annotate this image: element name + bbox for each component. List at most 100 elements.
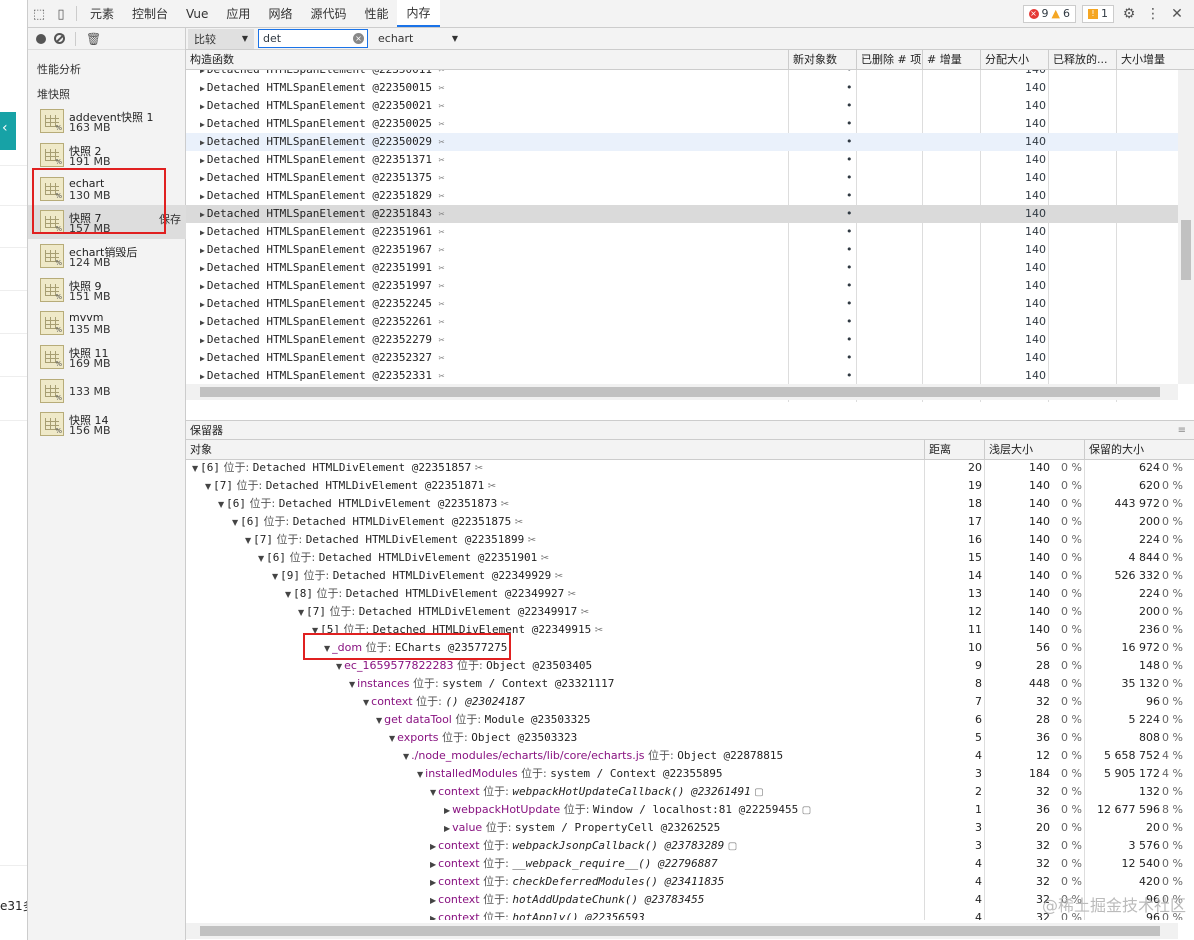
record-icon[interactable] bbox=[36, 33, 46, 44]
table-row[interactable]: ▶ Detached HTMLSpanElement @22352331 ✂ • 14… bbox=[186, 367, 1178, 385]
settings-gear-icon[interactable]: ⚙ bbox=[1120, 6, 1138, 22]
expand-triangle-icon[interactable]: ▶ bbox=[200, 192, 205, 201]
tab-5[interactable]: 源代码 bbox=[301, 0, 355, 27]
snapshot-item[interactable]: 快照 14156 MB bbox=[28, 407, 186, 441]
retainer-row[interactable]: ▶ context 位于: hotAddUpdateChunk() @237834… bbox=[186, 891, 1186, 909]
table-row[interactable]: ▶ Detached HTMLSpanElement @22351843 ✂ • 14… bbox=[186, 205, 1178, 223]
retainer-row[interactable]: ▼ [6] 位于: Detached HTMLDivElement @223519… bbox=[186, 549, 1186, 567]
retainers-horizontal-scrollbar[interactable] bbox=[186, 923, 1178, 939]
collapse-triangle-icon[interactable]: ▼ bbox=[258, 554, 264, 563]
column-header[interactable]: 对象 bbox=[186, 440, 924, 460]
retainer-row[interactable]: ▶ webpackHotUpdate 位于: Window / localhost… bbox=[186, 801, 1186, 819]
expand-triangle-icon[interactable]: ▶ bbox=[200, 246, 205, 255]
collapse-triangle-icon[interactable]: ▼ bbox=[376, 716, 382, 725]
retainer-row[interactable]: ▼ get dataTool 位于: Module @23503325 6 28 0 %… bbox=[186, 711, 1186, 729]
view-mode-select[interactable]: 比较 ▼ bbox=[188, 28, 254, 49]
expand-triangle-icon[interactable]: ▶ bbox=[430, 914, 436, 920]
expand-triangle-icon[interactable]: ▶ bbox=[200, 138, 205, 147]
column-header[interactable]: 已删除 # 项 bbox=[856, 50, 922, 70]
column-header[interactable]: 浅层大小 bbox=[984, 440, 1084, 460]
table-row[interactable]: ▶ Detached HTMLSpanElement @22350029 ✂ • 14… bbox=[186, 133, 1178, 151]
expand-triangle-icon[interactable]: ▶ bbox=[200, 102, 205, 111]
table-row[interactable]: ▶ Detached HTMLSpanElement @22352279 ✂ • 14… bbox=[186, 331, 1178, 349]
tab-6[interactable]: 性能 bbox=[355, 0, 397, 27]
expand-triangle-icon[interactable]: ▶ bbox=[200, 354, 205, 363]
collapse-triangle-icon[interactable]: ▼ bbox=[272, 572, 278, 581]
retainer-row[interactable]: ▼ [6] 位于: Detached HTMLDivElement @223518… bbox=[186, 495, 1186, 513]
expand-triangle-icon[interactable]: ▶ bbox=[444, 824, 450, 833]
expand-triangle-icon[interactable]: ▶ bbox=[200, 84, 205, 93]
retainer-row[interactable]: ▼ installedModules 位于: system / Context @… bbox=[186, 765, 1186, 783]
expand-triangle-icon[interactable]: ▶ bbox=[200, 264, 205, 273]
collapse-triangle-icon[interactable]: ▼ bbox=[205, 482, 211, 491]
collapse-triangle-icon[interactable]: ▼ bbox=[430, 788, 436, 797]
snapshot-item[interactable]: mvvm135 MB bbox=[28, 306, 186, 340]
expand-triangle-icon[interactable]: ▶ bbox=[430, 878, 436, 887]
retainer-row[interactable]: ▶ context 位于: webpackJsonpCallback() @237… bbox=[186, 837, 1186, 855]
constructor-horizontal-scrollbar[interactable] bbox=[186, 384, 1178, 400]
table-row[interactable]: ▶ Detached HTMLSpanElement @22351371 ✂ • 14… bbox=[186, 151, 1178, 169]
expand-triangle-icon[interactable]: ▶ bbox=[200, 282, 205, 291]
retainer-row[interactable]: ▼ [7] 位于: Detached HTMLDivElement @223518… bbox=[186, 531, 1186, 549]
expand-triangle-icon[interactable]: ▶ bbox=[200, 210, 205, 219]
table-row[interactable]: ▶ Detached HTMLSpanElement @22350015 ✂ • 14… bbox=[186, 79, 1178, 97]
collapse-triangle-icon[interactable]: ▼ bbox=[417, 770, 423, 779]
table-row[interactable]: ▶ Detached HTMLSpanElement @22351829 ✂ • 14… bbox=[186, 187, 1178, 205]
retainer-row[interactable]: ▼ [9] 位于: Detached HTMLDivElement @223499… bbox=[186, 567, 1186, 585]
collapse-triangle-icon[interactable]: ▼ bbox=[363, 698, 369, 707]
column-header[interactable]: 新对象数 bbox=[788, 50, 856, 70]
retainer-row[interactable]: ▼ context 位于: () @23024187 7 32 0 % 96 0 % bbox=[186, 693, 1186, 711]
inspect-element-icon[interactable]: ⬚ bbox=[28, 0, 50, 28]
column-header[interactable]: 距离 bbox=[924, 440, 984, 460]
collapse-triangle-icon[interactable]: ▼ bbox=[245, 536, 251, 545]
retainer-row[interactable]: ▼ [6] 位于: Detached HTMLDivElement @223518… bbox=[186, 460, 1186, 477]
expand-triangle-icon[interactable]: ▶ bbox=[200, 318, 205, 327]
expand-triangle-icon[interactable]: ▶ bbox=[430, 860, 436, 869]
expand-triangle-icon[interactable]: ▶ bbox=[200, 156, 205, 165]
table-row[interactable]: ▶ Detached HTMLSpanElement @22351967 ✂ • 14… bbox=[186, 241, 1178, 259]
issues-badge[interactable]: ! 1 bbox=[1082, 4, 1114, 23]
clear-icon[interactable] bbox=[54, 33, 65, 44]
retainer-row[interactable]: ▶ context 位于: __webpack_require__() @2279… bbox=[186, 855, 1186, 873]
table-row[interactable]: ▶ Detached HTMLSpanElement @22352261 ✂ • 14… bbox=[186, 313, 1178, 331]
snapshot-item[interactable]: 快照 9151 MB bbox=[28, 273, 186, 307]
collapse-triangle-icon[interactable]: ▼ bbox=[349, 680, 355, 689]
collapse-triangle-icon[interactable]: ▼ bbox=[336, 662, 342, 671]
device-toolbar-icon[interactable]: ▯ bbox=[50, 0, 72, 28]
tab-1[interactable]: 控制台 bbox=[123, 0, 177, 27]
table-row[interactable]: ▶ Detached HTMLSpanElement @22350025 ✂ • 14… bbox=[186, 115, 1178, 133]
class-filter-input[interactable]: det × bbox=[258, 29, 368, 48]
retainer-row[interactable]: ▶ value 位于: system / PropertyCell @232625… bbox=[186, 819, 1186, 837]
table-row[interactable]: ▶ Detached HTMLSpanElement @22351997 ✂ • 14… bbox=[186, 277, 1178, 295]
collapse-triangle-icon[interactable]: ▼ bbox=[298, 608, 304, 617]
expand-triangle-icon[interactable]: ▶ bbox=[200, 372, 205, 381]
retainer-row[interactable]: ▼ exports 位于: Object @23503323 5 36 0 % 808 0 … bbox=[186, 729, 1186, 747]
column-header[interactable]: 保留的大小 bbox=[1084, 440, 1194, 460]
column-header[interactable]: # 增量 bbox=[922, 50, 980, 70]
snapshot-item[interactable]: 快照 11169 MB bbox=[28, 340, 186, 374]
table-row[interactable]: ▶ Detached HTMLSpanElement @22351961 ✂ • 14… bbox=[186, 223, 1178, 241]
expand-triangle-icon[interactable]: ▶ bbox=[200, 300, 205, 309]
close-icon[interactable]: ✕ bbox=[1168, 6, 1186, 22]
retainer-row[interactable]: ▼ ./node_modules/echarts/lib/core/echarts… bbox=[186, 747, 1186, 765]
tab-4[interactable]: 网络 bbox=[259, 0, 301, 27]
retainer-row[interactable]: ▼ [8] 位于: Detached HTMLDivElement @223499… bbox=[186, 585, 1186, 603]
snapshot-item[interactable]: 快照 2191 MB bbox=[28, 138, 186, 172]
retainer-row[interactable]: ▼ [6] 位于: Detached HTMLDivElement @223518… bbox=[186, 513, 1186, 531]
table-row[interactable]: ▶ Detached HTMLSpanElement @22350021 ✂ • 14… bbox=[186, 97, 1178, 115]
retainer-row[interactable]: ▼ instances 位于: system / Context @2332111… bbox=[186, 675, 1186, 693]
table-row[interactable]: ▶ Detached HTMLSpanElement @22352245 ✂ • 14… bbox=[186, 295, 1178, 313]
collapse-triangle-icon[interactable]: ▼ bbox=[192, 464, 198, 473]
clear-filter-icon[interactable]: × bbox=[353, 33, 364, 44]
column-header[interactable]: 已释放的... bbox=[1048, 50, 1116, 70]
retainer-row[interactable]: ▶ context 位于: checkDeferredModules() @234… bbox=[186, 873, 1186, 891]
snapshot-item[interactable]: 133 MB bbox=[28, 374, 186, 408]
retainer-row[interactable]: ▼ [7] 位于: Detached HTMLDivElement @223499… bbox=[186, 603, 1186, 621]
tab-0[interactable]: 元素 bbox=[81, 0, 123, 27]
collapse-triangle-icon[interactable]: ▼ bbox=[218, 500, 224, 509]
retainer-row[interactable]: ▶ context 位于: hotApply() @22356593 4 32 0 % 9… bbox=[186, 909, 1186, 920]
table-row[interactable]: ▶ Detached HTMLSpanElement @22351375 ✂ • 14… bbox=[186, 169, 1178, 187]
collapse-triangle-icon[interactable]: ▼ bbox=[232, 518, 238, 527]
column-header[interactable]: 分配大小 bbox=[980, 50, 1048, 70]
tab-7[interactable]: 内存 bbox=[397, 0, 440, 27]
